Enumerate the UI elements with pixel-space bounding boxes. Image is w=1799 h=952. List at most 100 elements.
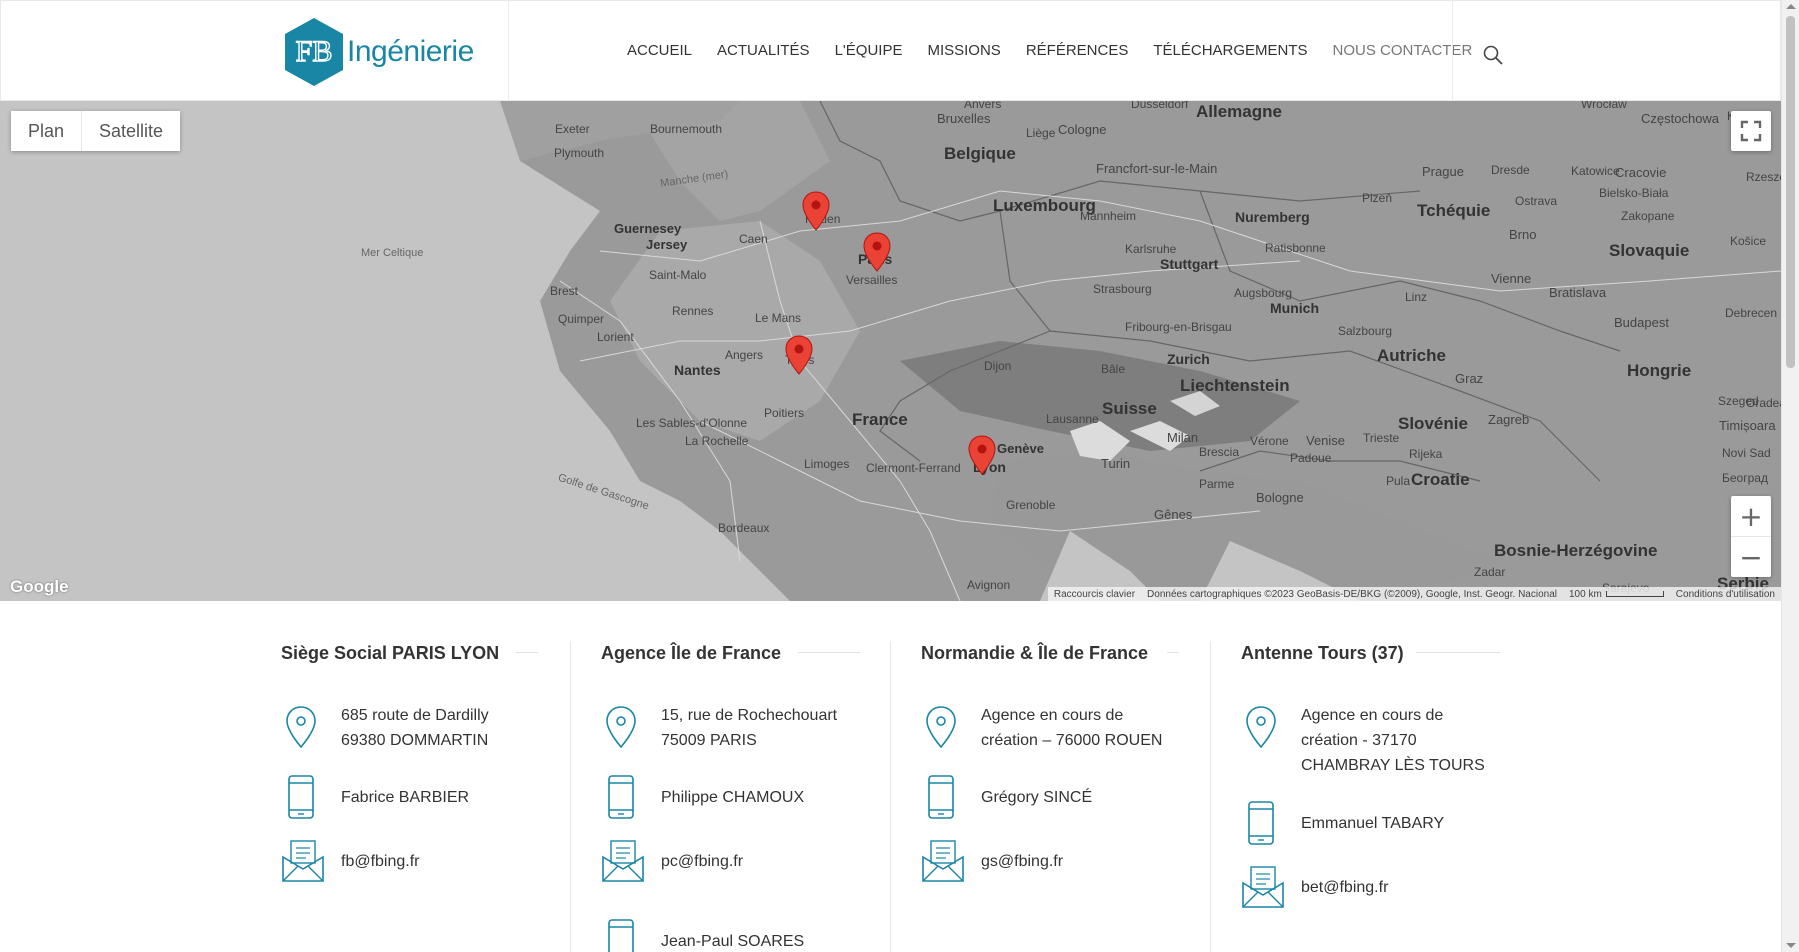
office-contact-row: Jean-Paul SOARES: [601, 917, 804, 952]
map-label: France: [852, 410, 908, 429]
map-label: Zurich: [1167, 351, 1210, 367]
scrollbar-thumb[interactable]: [1786, 16, 1795, 368]
map-label: Debrecen: [1725, 306, 1778, 320]
map-label: Nantes: [674, 362, 721, 378]
map-marker-rouen[interactable]: [802, 191, 830, 231]
office-email-link[interactable]: pc@fbing.fr: [661, 849, 743, 874]
zoom-out-button[interactable]: −: [1731, 536, 1771, 577]
office-email-row: pc@fbing.fr: [601, 837, 743, 885]
map-label: Bâle: [1101, 362, 1126, 376]
map-label: Bielsko-Biała: [1599, 186, 1669, 200]
column-divider: [1210, 641, 1211, 952]
nav-references[interactable]: RÉFÉRENCES: [1026, 42, 1129, 59]
office-contact-row: Emmanuel TABARY: [1241, 799, 1444, 847]
map-label: Suisse: [1102, 399, 1157, 418]
map-label: Belgique: [944, 144, 1016, 163]
map-scale-label: 100 km: [1569, 588, 1602, 600]
brand-name: Ingénierie: [347, 35, 474, 68]
map-label: Lausanne: [1046, 412, 1099, 426]
map-label: Bosnie-Herzégovine: [1494, 541, 1658, 560]
office-address: Agence en cours de création - 37170 CHAM…: [1301, 707, 1485, 774]
office-email-link[interactable]: gs@fbing.fr: [981, 849, 1063, 874]
map-label: Budapest: [1614, 315, 1669, 330]
map-label: Clermont-Ferrand: [866, 461, 961, 475]
map-label: Ratisbonne: [1265, 241, 1326, 255]
mobile-phone-icon: [608, 775, 634, 819]
office-address-row: 15, rue de Rochechouart 75009 PARIS: [601, 703, 837, 753]
office-contact-name: Grégory SINCÉ: [981, 789, 1093, 806]
map-label: Limoges: [804, 457, 850, 471]
offices-section: Siège Social PARIS LYON 685 route de Dar…: [0, 601, 1781, 952]
map-label: Grenoble: [1006, 498, 1056, 512]
fullscreen-button[interactable]: [1731, 111, 1771, 151]
office-column: Antenne Tours (37) Agence en cours de cr…: [1241, 601, 1561, 952]
map-label: Anvers: [964, 101, 1002, 111]
map-label: Guernesey: [614, 221, 682, 236]
map-label: Dijon: [984, 359, 1012, 373]
office-contact-row: Grégory SINCÉ: [921, 773, 1092, 821]
map-label: Genève: [997, 441, 1044, 456]
map-label: Zakopane: [1621, 209, 1675, 223]
map-label: Quimper: [558, 312, 605, 326]
map-label: Zagreb: [1488, 412, 1530, 427]
scroll-up-arrow[interactable]: [1786, 4, 1796, 9]
map-marker-lyon[interactable]: [968, 435, 996, 475]
map-label: Angers: [725, 348, 764, 362]
map-type-plan-button[interactable]: Plan: [11, 111, 82, 151]
map-label: Avignon: [967, 578, 1011, 592]
site-header: FB Ingénierie ACCUEIL ACTUALITÉS L'ÉQUIP…: [0, 0, 1781, 102]
map-label: Vienne: [1491, 271, 1532, 286]
site-logo[interactable]: FB Ingénierie: [283, 16, 474, 88]
map-label: Lorient: [597, 330, 634, 344]
location-pin-icon: [286, 706, 316, 749]
map-scale[interactable]: 100 km: [1563, 589, 1670, 600]
nav-missions[interactable]: MISSIONS: [927, 42, 1000, 59]
map-label: Bournemouth: [650, 122, 723, 136]
location-pin-icon: [1246, 706, 1276, 749]
search-icon[interactable]: [1482, 44, 1504, 66]
column-divider: [890, 641, 891, 952]
nav-telechargements[interactable]: TÉLÉCHARGEMENTS: [1153, 42, 1307, 59]
map-label: Turin: [1101, 456, 1131, 471]
map-label: Bordeaux: [718, 521, 770, 535]
map-type-control: Plan Satellite: [11, 111, 181, 151]
nav-actualites[interactable]: ACTUALITÉS: [717, 42, 810, 59]
zoom-in-button[interactable]: +: [1731, 496, 1771, 536]
terms-link[interactable]: Conditions d'utilisation: [1670, 589, 1781, 600]
map-label: Jersey: [646, 237, 688, 252]
mobile-phone-icon: [288, 775, 314, 819]
google-logo[interactable]: Google: [10, 577, 69, 597]
office-email-link[interactable]: fb@fbing.fr: [341, 849, 420, 874]
map-marker-paris[interactable]: [863, 232, 891, 272]
google-map[interactable]: Exeter Bournemouth Plymouth Manche (mer)…: [0, 101, 1781, 601]
map-label: Gênes: [1154, 507, 1193, 522]
map-label: Liège: [1026, 126, 1056, 140]
map-label: Caen: [739, 232, 768, 246]
map-type-satellite-button[interactable]: Satellite: [81, 111, 181, 151]
nav-equipe[interactable]: L'ÉQUIPE: [835, 42, 903, 59]
office-email-row: bet@fbing.fr: [1241, 863, 1388, 911]
map-label: Mer Celtique: [361, 247, 424, 259]
map-label: Vérone: [1250, 434, 1289, 448]
map-label: Cologne: [1058, 122, 1107, 137]
keyboard-shortcuts-link[interactable]: Raccourcis clavier: [1048, 589, 1141, 600]
office-email-link[interactable]: bet@fbing.fr: [1301, 875, 1388, 900]
map-label: Rennes: [672, 304, 714, 318]
map-marker-tours[interactable]: [785, 335, 813, 375]
office-contact-row: Fabrice BARBIER: [281, 773, 469, 821]
map-label: Mannheim: [1080, 209, 1137, 223]
nav-accueil[interactable]: ACCUEIL: [627, 42, 692, 59]
office-address: 685 route de Dardilly 69380 DOMMARTIN: [341, 707, 489, 749]
map-label: Parme: [1199, 477, 1235, 491]
title-divider: [1167, 652, 1179, 653]
office-address-row: Agence en cours de création - 37170 CHAM…: [1241, 703, 1485, 778]
office-contact-name: Jean-Paul SOARES: [661, 933, 805, 950]
map-attribution: Raccourcis clavier Données cartographiqu…: [1047, 587, 1781, 601]
map-label: Autriche: [1377, 346, 1446, 365]
office-contact-name: Emmanuel TABARY: [1301, 815, 1445, 832]
page-scrollbar[interactable]: [1781, 0, 1799, 952]
map-label: Hongrie: [1627, 361, 1692, 380]
map-label: Cracovie: [1615, 165, 1667, 180]
envelope-icon: [922, 840, 964, 882]
scroll-down-arrow[interactable]: [1786, 943, 1796, 948]
